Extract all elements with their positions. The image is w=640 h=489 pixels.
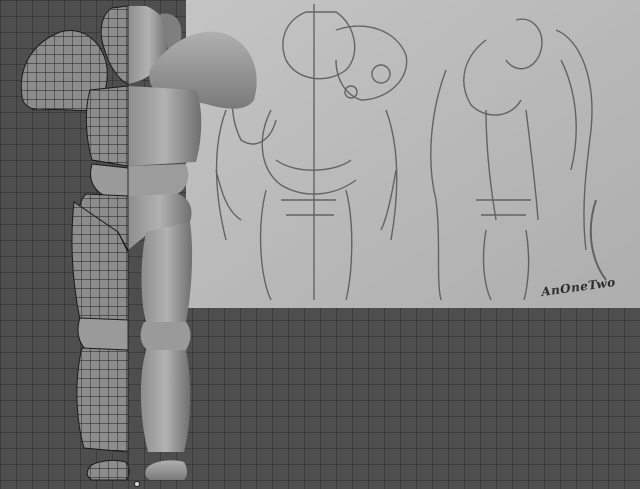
- shaded-shin: [140, 350, 191, 452]
- wire-knee: [77, 317, 129, 351]
- shaded-belly: [128, 164, 189, 198]
- wire-foot: [86, 459, 130, 481]
- wire-shin: [76, 347, 129, 453]
- shaded-knee: [140, 322, 191, 352]
- shaded-foot: [145, 460, 187, 480]
- wire-belly: [90, 163, 129, 199]
- wireframe-half: [20, 5, 130, 481]
- shaded-half: [128, 6, 257, 480]
- shaded-chest: [128, 86, 202, 166]
- object-origin-marker: [134, 481, 140, 487]
- armor-3d-model[interactable]: [0, 0, 640, 489]
- 3d-viewport[interactable]: AnOneTwo: [0, 0, 640, 489]
- wire-chest: [85, 85, 129, 167]
- shaded-thigh: [141, 222, 193, 322]
